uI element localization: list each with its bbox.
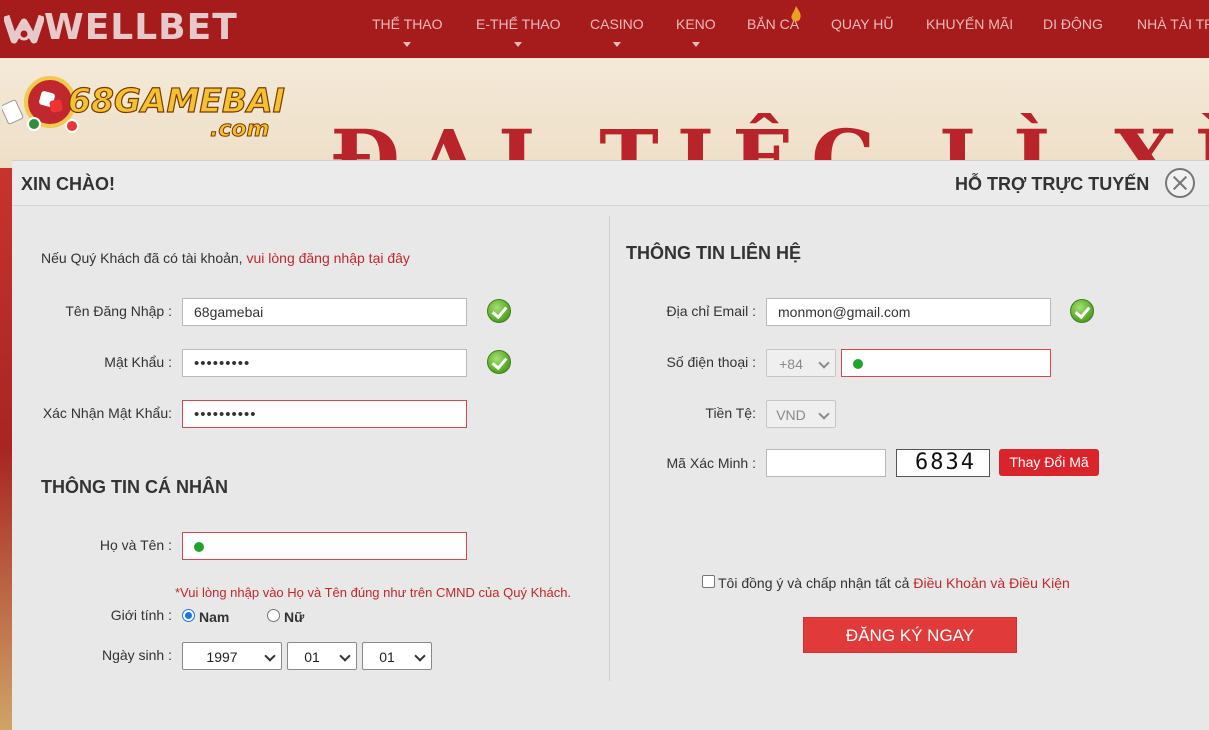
- personal-info-heading: THÔNG TIN CÁ NHÂN: [41, 477, 228, 497]
- chevron-down-icon: [514, 42, 523, 47]
- email-label: Địa chỉ Email :: [666, 303, 756, 319]
- password-input[interactable]: •••••••••: [182, 349, 467, 377]
- terms-link[interactable]: Điều Khoản và Điều Kiện: [913, 575, 1069, 591]
- login-prompt-text: Nếu Quý Khách đã có tài khoản,: [41, 250, 243, 266]
- phone-input[interactable]: [841, 349, 1051, 377]
- gender-male-radio[interactable]: [182, 609, 195, 622]
- check-valid-icon: [487, 299, 511, 323]
- nav-item-quay-hu[interactable]: QUAY HŨ: [831, 16, 894, 32]
- confirm-password-label: Xác Nhận Mật Khẩu:: [42, 405, 172, 421]
- brand-name: WELLBET: [44, 7, 238, 48]
- phone-label: Số điện thoại :: [666, 354, 756, 370]
- email-input[interactable]: monmon@gmail.com: [766, 298, 1051, 326]
- gender-label: Giới tính :: [110, 607, 172, 623]
- fullname-hint: *Vui lòng nhập vào Họ và Tên đúng như tr…: [175, 585, 572, 600]
- background-edge-left: [0, 168, 12, 730]
- dob-year-select[interactable]: 1997: [182, 642, 282, 670]
- flame-icon: [791, 6, 801, 22]
- 68gamebai-logo: 68GAMEBAI .com: [2, 76, 286, 143]
- status-dot-icon: [853, 359, 863, 369]
- chevron-down-icon: [339, 650, 351, 662]
- captcha-label: Mã Xác Minh :: [666, 455, 756, 471]
- captcha-input[interactable]: [766, 449, 886, 477]
- gender-female-label[interactable]: Nữ: [284, 609, 304, 625]
- nav-item-khuyen-mai[interactable]: KHUYẾN MÃI: [926, 16, 1013, 32]
- brand-logo-icon: [4, 14, 44, 44]
- terms-text: Tôi đồng ý và chấp nhận tất cả Điều Khoả…: [718, 575, 1070, 591]
- gender-male-label[interactable]: Nam: [199, 609, 229, 625]
- chevron-down-icon: [691, 42, 700, 47]
- contact-info-heading: THÔNG TIN LIÊN HỆ: [626, 243, 801, 263]
- chevron-down-icon: [612, 42, 621, 47]
- username-label: Tên Đăng Nhập :: [65, 303, 172, 319]
- registration-modal: XIN CHÀO! HỖ TRỢ TRỰC TUYẾN Nếu Quý Khác…: [12, 160, 1209, 730]
- chevron-down-icon: [414, 650, 426, 662]
- terms-checkbox[interactable]: [702, 575, 715, 588]
- online-support-link[interactable]: HỖ TRỢ TRỰC TUYẾN: [955, 174, 1149, 195]
- nav-item-the-thao[interactable]: THỂ THAO: [372, 16, 443, 47]
- 68gamebai-logo-text: 68GAMEBAI: [68, 81, 285, 120]
- dob-day-select[interactable]: 01: [362, 642, 432, 670]
- chevron-down-icon: [818, 408, 830, 420]
- brand-logo[interactable]: WELLBET: [4, 10, 238, 46]
- modal-header: XIN CHÀO! HỖ TRỢ TRỰC TUYẾN: [12, 161, 1209, 206]
- check-valid-icon: [487, 350, 511, 374]
- check-valid-icon: [1070, 299, 1094, 323]
- captcha-image: 6834: [896, 449, 990, 477]
- captcha-refresh-button[interactable]: Thay Đổi Mã: [999, 449, 1099, 476]
- confirm-password-input[interactable]: ••••••••••: [182, 400, 467, 428]
- fullname-label: Họ và Tên :: [99, 537, 172, 553]
- login-link[interactable]: vui lòng đăng nhập tại đây: [246, 250, 409, 266]
- currency-select[interactable]: VND: [766, 400, 836, 428]
- nav-item-e-the-thao[interactable]: E-THỂ THAO: [476, 16, 561, 47]
- nav-item-di-dong[interactable]: DI ĐỘNG: [1043, 16, 1103, 32]
- login-prompt: Nếu Quý Khách đã có tài khoản, vui lòng …: [41, 250, 410, 266]
- column-divider: [609, 216, 610, 681]
- currency-label: Tiền Tệ:: [705, 405, 756, 421]
- dob-label: Ngày sinh :: [101, 647, 172, 663]
- nav-item-nha-tai-tro[interactable]: NHÀ TÀI TRỢ: [1137, 16, 1209, 32]
- fullname-input[interactable]: [182, 532, 467, 560]
- nav-item-keno[interactable]: KENO: [676, 16, 716, 47]
- status-dot-icon: [194, 542, 204, 552]
- chevron-down-icon: [818, 357, 830, 369]
- username-input[interactable]: 68gamebai: [182, 298, 467, 326]
- chevron-down-icon: [264, 650, 276, 662]
- password-label: Mật Khẩu :: [104, 354, 172, 370]
- dob-month-select[interactable]: 01: [287, 642, 357, 670]
- chevron-down-icon: [403, 42, 412, 47]
- register-button[interactable]: ĐĂNG KÝ NGAY: [803, 617, 1017, 653]
- nav-item-casino[interactable]: CASINO: [590, 16, 644, 47]
- 68gamebai-logo-sub: .com: [210, 117, 269, 142]
- gender-female-radio[interactable]: [267, 609, 280, 622]
- close-icon[interactable]: [1165, 168, 1195, 198]
- modal-title: XIN CHÀO!: [21, 174, 115, 194]
- top-nav: WELLBET THỂ THAO E-THỂ THAO CASINO KENO …: [0, 0, 1209, 58]
- terms-statement: Tôi đồng ý và chấp nhận tất cả: [718, 575, 910, 591]
- phone-code-select[interactable]: +84: [766, 349, 836, 377]
